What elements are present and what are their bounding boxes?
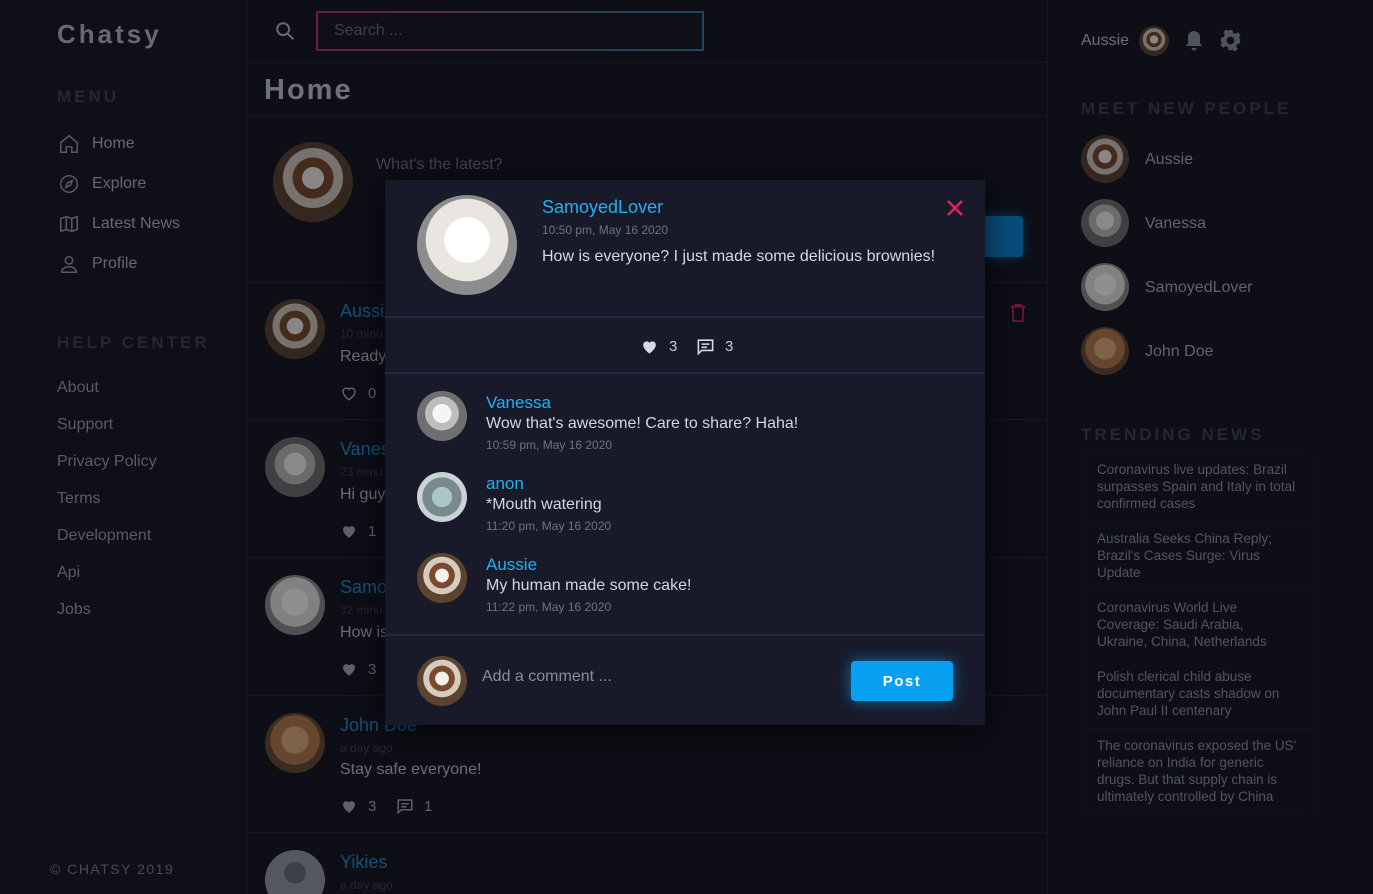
comment-input[interactable]	[476, 661, 836, 693]
avatar[interactable]	[417, 391, 467, 441]
comment-text: My human made some cake!	[486, 577, 692, 594]
like-button[interactable]: 3	[640, 337, 677, 356]
divider	[385, 372, 985, 374]
heart-icon	[643, 341, 656, 354]
close-icon[interactable]	[946, 199, 964, 217]
post-button[interactable]: Post	[851, 661, 953, 701]
comment-button[interactable]: 3	[696, 337, 733, 356]
post-time: 10:50 pm, May 16 2020	[542, 223, 669, 237]
post-text: How is everyone? I just made some delici…	[542, 248, 936, 265]
comment-author[interactable]: Vanessa	[486, 393, 551, 413]
avatar[interactable]	[417, 553, 467, 603]
comment-author[interactable]: anon	[486, 474, 524, 494]
comment-time: 10:59 pm, May 16 2020	[486, 438, 613, 452]
avatar	[417, 656, 467, 706]
comment-author[interactable]: Aussie	[486, 555, 537, 575]
comment-text: Wow that's awesome! Care to share? Haha!	[486, 415, 799, 432]
comment-time: 11:22 pm, May 16 2020	[486, 600, 612, 614]
divider	[385, 634, 985, 636]
post-author[interactable]: SamoyedLover	[542, 197, 663, 218]
avatar[interactable]	[417, 195, 517, 295]
avatar[interactable]	[417, 472, 467, 522]
comment-icon	[697, 339, 714, 356]
comment-count: 3	[725, 338, 734, 355]
comment-text: *Mouth watering	[486, 496, 602, 513]
like-count: 3	[669, 338, 678, 355]
divider	[385, 316, 985, 318]
comment-time: 11:20 pm, May 16 2020	[486, 519, 612, 533]
